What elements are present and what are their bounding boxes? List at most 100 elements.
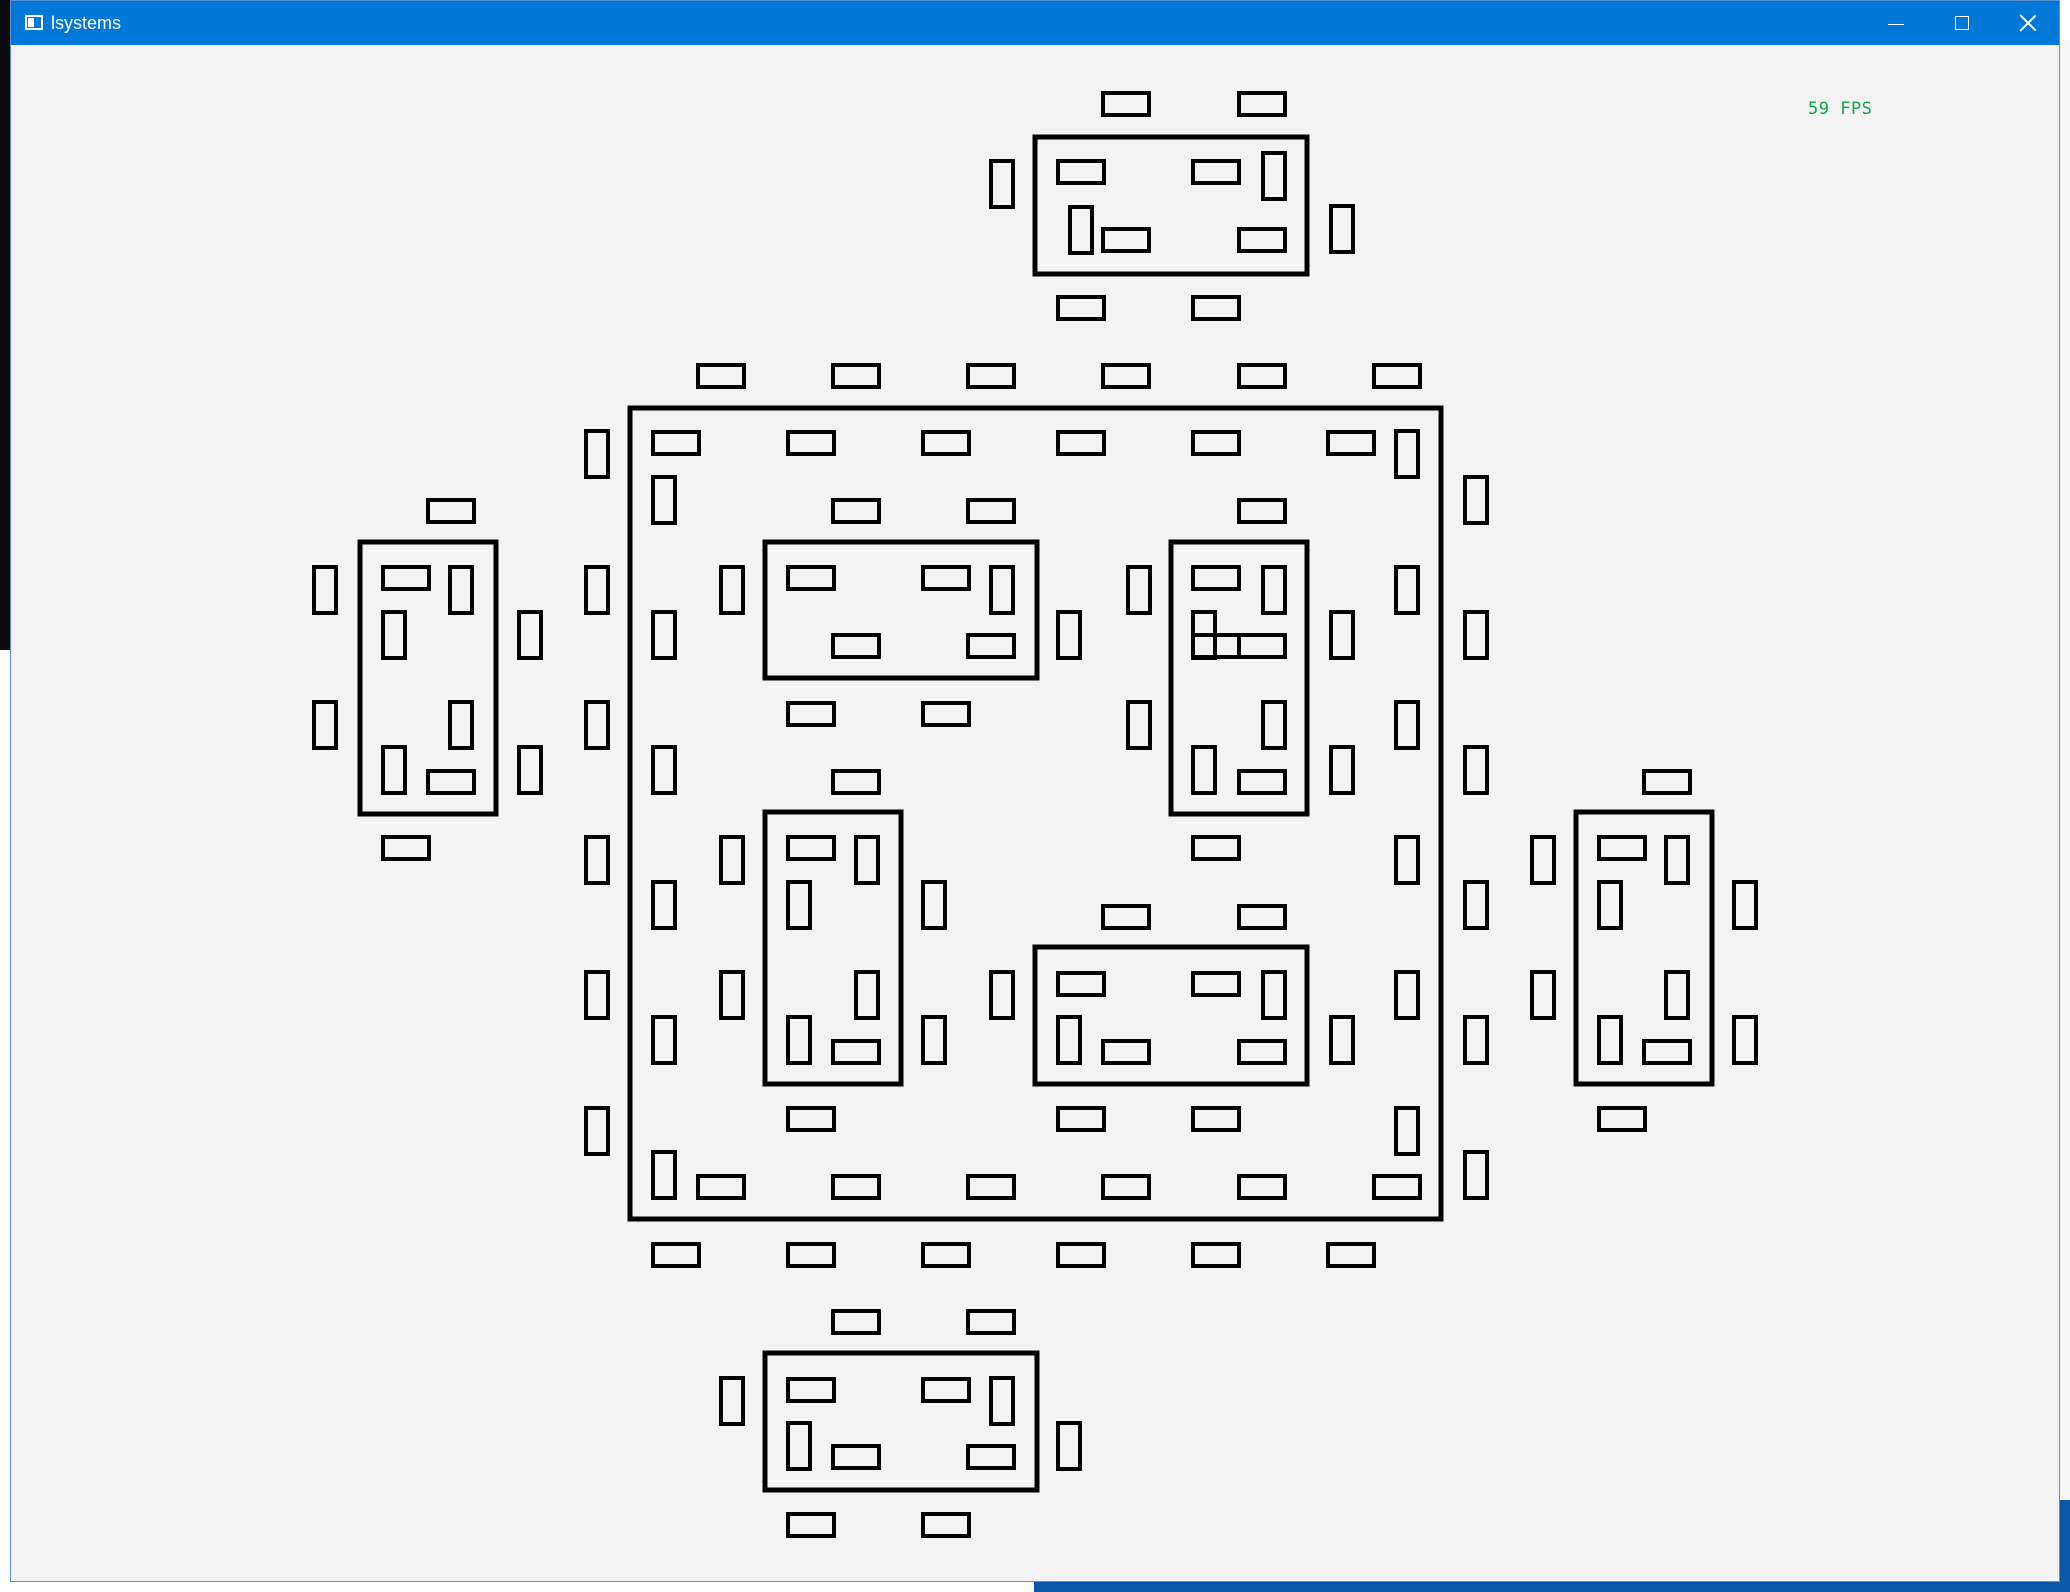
segment-vertical xyxy=(1056,610,1082,660)
segment-vertical xyxy=(1664,835,1690,885)
segment-vertical xyxy=(1394,565,1420,615)
segment-vertical xyxy=(1329,610,1355,660)
segment-horizontal xyxy=(381,835,431,861)
segment-vertical xyxy=(381,610,407,660)
segment-horizontal xyxy=(1237,904,1287,930)
segment-horizontal xyxy=(831,498,881,524)
segment-horizontal xyxy=(1326,430,1376,456)
segment-vertical xyxy=(1329,745,1355,795)
segment-vertical xyxy=(584,565,610,615)
segment-horizontal xyxy=(786,835,836,861)
segment-horizontal xyxy=(831,1444,881,1470)
segment-horizontal xyxy=(696,1174,746,1200)
segment-vertical xyxy=(584,970,610,1020)
segment-horizontal xyxy=(1597,1106,1647,1132)
segment-horizontal xyxy=(921,1242,971,1268)
segment-horizontal xyxy=(651,430,701,456)
segment-horizontal xyxy=(1191,1242,1241,1268)
segment-horizontal xyxy=(966,498,1016,524)
segment-vertical xyxy=(719,970,745,1020)
segment-horizontal xyxy=(426,498,476,524)
segment-vertical xyxy=(651,610,677,660)
segment-vertical xyxy=(1664,970,1690,1020)
segment-horizontal xyxy=(1191,430,1241,456)
segment-horizontal xyxy=(426,769,476,795)
segment-vertical xyxy=(1068,205,1094,255)
segment-vertical xyxy=(584,700,610,750)
segment-vertical xyxy=(517,745,543,795)
segment-vertical xyxy=(1463,880,1489,930)
segment-vertical xyxy=(1394,835,1420,885)
segment-vertical xyxy=(448,700,474,750)
segment-horizontal xyxy=(1101,91,1151,117)
close-button[interactable] xyxy=(1995,1,2059,45)
segment-vertical xyxy=(719,565,745,615)
segment-vertical xyxy=(921,1015,947,1065)
segment-vertical xyxy=(719,1376,745,1426)
segment-vertical xyxy=(1394,429,1420,479)
segment-vertical xyxy=(1732,1015,1758,1065)
segment-vertical xyxy=(921,880,947,930)
minimize-icon xyxy=(1888,23,1904,25)
segment-vertical xyxy=(1191,745,1217,795)
segment-vertical xyxy=(1261,700,1287,750)
frame-rect xyxy=(627,405,1444,1222)
segment-vertical xyxy=(584,835,610,885)
segment-vertical xyxy=(1056,1015,1082,1065)
segment-horizontal xyxy=(786,1512,836,1538)
segment-horizontal xyxy=(966,1444,1016,1470)
segment-horizontal xyxy=(921,701,971,727)
segment-vertical xyxy=(517,610,543,660)
segment-vertical xyxy=(1463,475,1489,525)
segment-horizontal xyxy=(1372,1174,1422,1200)
segment-horizontal xyxy=(1237,1174,1287,1200)
segment-horizontal xyxy=(831,363,881,389)
segment-vertical xyxy=(1261,970,1287,1020)
segment-horizontal xyxy=(1237,633,1287,659)
maximize-button[interactable] xyxy=(1929,1,1995,45)
segment-horizontal xyxy=(1372,363,1422,389)
segment-vertical xyxy=(1597,880,1623,930)
segment-vertical xyxy=(651,745,677,795)
segment-horizontal xyxy=(966,633,1016,659)
segment-horizontal xyxy=(1101,1174,1151,1200)
segment-vertical xyxy=(584,429,610,479)
render-canvas[interactable]: 59 FPS xyxy=(11,45,2059,1581)
segment-horizontal xyxy=(831,633,881,659)
segment-horizontal xyxy=(1191,295,1241,321)
segment-vertical xyxy=(584,1106,610,1156)
segment-horizontal xyxy=(1326,1242,1376,1268)
segment-horizontal xyxy=(1237,227,1287,253)
segment-horizontal xyxy=(1101,904,1151,930)
segment-horizontal xyxy=(786,565,836,591)
segment-vertical xyxy=(786,880,812,930)
segment-vertical xyxy=(719,835,745,885)
fps-counter: 59 FPS xyxy=(1808,99,1873,119)
segment-horizontal xyxy=(786,701,836,727)
segment-horizontal xyxy=(1642,769,1692,795)
close-icon xyxy=(2019,14,2037,32)
segment-vertical xyxy=(1463,1015,1489,1065)
segment-horizontal xyxy=(921,1512,971,1538)
segment-vertical xyxy=(448,565,474,615)
minimize-button[interactable] xyxy=(1863,1,1929,45)
segment-horizontal xyxy=(921,565,971,591)
segment-horizontal xyxy=(1056,1242,1106,1268)
segment-vertical xyxy=(1056,1421,1082,1471)
segment-horizontal xyxy=(831,1174,881,1200)
segment-vertical xyxy=(1597,1015,1623,1065)
segment-horizontal xyxy=(1056,295,1106,321)
segment-horizontal xyxy=(1191,971,1241,997)
segment-horizontal xyxy=(1237,1039,1287,1065)
segment-vertical xyxy=(651,880,677,930)
segment-horizontal xyxy=(1642,1039,1692,1065)
segment-horizontal xyxy=(921,1377,971,1403)
segment-horizontal xyxy=(1237,769,1287,795)
window-title: lsystems xyxy=(51,13,122,33)
segment-vertical xyxy=(651,1150,677,1200)
segment-horizontal xyxy=(966,363,1016,389)
segment-horizontal xyxy=(1191,159,1241,185)
segment-vertical xyxy=(651,1015,677,1065)
segment-vertical xyxy=(854,970,880,1020)
title-bar[interactable]: lsystems xyxy=(11,1,2059,45)
